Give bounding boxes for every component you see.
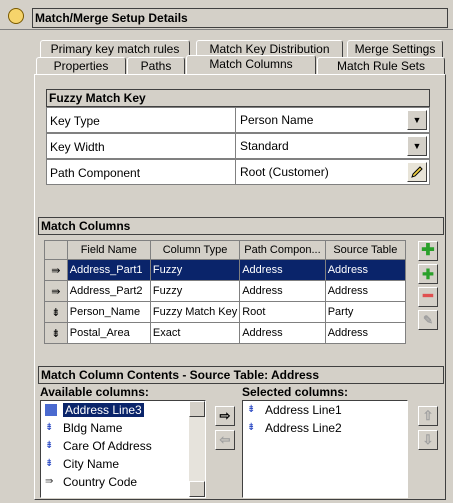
arrow-left-icon: ⇦ — [219, 432, 231, 447]
column-type-header[interactable]: Column Type — [149, 240, 241, 260]
add-fuzzy-column-button[interactable]: ✚ — [418, 264, 438, 284]
arrow-down-icon: ⇩ — [422, 432, 434, 447]
tab-match-columns[interactable]: Match Columns — [186, 55, 316, 74]
list-item[interactable]: Address Line3 — [41, 401, 205, 419]
column-table-icon — [45, 404, 57, 416]
tab-primary-key-match-rules[interactable]: Primary key match rules — [40, 40, 190, 57]
column-type-cell: Exact — [149, 322, 241, 344]
edit-column-button[interactable]: ✎ — [418, 310, 438, 330]
available-columns-label: Available columns: — [40, 385, 149, 399]
path-component-cell: Root — [239, 301, 326, 323]
column-type-cell: Fuzzy — [149, 259, 241, 281]
key-type-value[interactable]: Person Name — [237, 108, 429, 132]
source-table-header[interactable]: Source Table — [324, 240, 407, 260]
match-columns-title: Match Columns — [38, 217, 444, 235]
key-width-row: Key Width Standard ▼ — [46, 133, 430, 159]
move-down-button[interactable]: ⇩ — [418, 430, 438, 450]
column-type-cell: Fuzzy — [149, 280, 241, 302]
available-columns-list[interactable]: Address Line3 ⇟ Bldg Name ⇟ Care Of Addres… — [40, 400, 206, 498]
key-type-row: Key Type Person Name ▼ — [46, 107, 430, 133]
column-type-cell: Fuzzy Match Key — [149, 301, 241, 323]
path-component-header[interactable]: Path Compon... — [239, 240, 326, 260]
table-row[interactable]: ⇛ Address_Part1 Fuzzy Address Address — [44, 259, 407, 281]
list-item[interactable]: ⇟ Address Line1 — [243, 401, 407, 419]
match-column-contents-title: Match Column Contents - Source Table: Ad… — [38, 366, 444, 384]
lookup-column-icon: ⇛ — [45, 476, 54, 487]
path-component-cell: Address — [239, 322, 326, 344]
column-key-icon: ⇟ — [45, 440, 54, 451]
path-component-row: Path Component Root (Customer) — [46, 159, 430, 185]
field-name-cell: Person_Name — [66, 301, 151, 323]
column-key-icon: ⇟ — [45, 422, 54, 433]
minus-icon: ━ — [423, 288, 433, 305]
pencil-icon: ✎ — [422, 313, 434, 327]
key-width-dropdown-button[interactable]: ▼ — [407, 136, 427, 156]
path-component-label: Path Component — [47, 160, 236, 184]
column-key-icon: ⇟ — [247, 404, 256, 415]
key-width-label: Key Width — [47, 134, 236, 158]
column-key-icon: ⇟ — [45, 458, 54, 469]
tab-match-rule-sets[interactable]: Match Rule Sets — [317, 57, 445, 74]
scroll-up-button[interactable] — [189, 401, 205, 417]
table-row[interactable]: ⇛ Address_Part2 Fuzzy Address Address — [44, 280, 407, 302]
list-item[interactable]: ⇟ Bldg Name — [41, 419, 205, 437]
row-icon-header — [44, 240, 68, 260]
row-selector-icon: ⇛ — [44, 259, 68, 281]
table-row[interactable]: ⇟ Postal_Area Exact Address Address — [44, 322, 407, 344]
add-column-button[interactable]: ✚ — [418, 241, 438, 261]
list-item[interactable]: ⇟ City Name — [41, 455, 205, 473]
selected-columns-label: Selected columns: — [242, 385, 349, 399]
arrow-up-icon: ⇧ — [422, 408, 434, 423]
path-component-value[interactable]: Root (Customer) — [237, 160, 429, 184]
move-right-button[interactable]: ⇨ — [215, 406, 235, 426]
column-key-icon: ⇟ — [44, 301, 68, 323]
field-name-cell: Postal_Area — [66, 322, 151, 344]
source-table-cell: Address — [324, 322, 407, 344]
match-columns-table: Field Name Column Type Path Compon... So… — [44, 240, 407, 344]
chevron-down-icon: ▼ — [412, 141, 422, 151]
column-key-icon: ⇟ — [247, 422, 256, 433]
arrow-right-icon: ⇨ — [219, 408, 231, 423]
path-component-cell: Address — [239, 259, 326, 281]
tab-properties[interactable]: Properties — [36, 57, 126, 74]
key-type-dropdown-button[interactable]: ▼ — [407, 110, 427, 130]
match-merge-icon — [8, 8, 24, 24]
list-item[interactable]: ⇟ Address Line2 — [243, 419, 407, 437]
list-item[interactable]: ⇛ Country Code — [41, 473, 205, 491]
chevron-down-icon: ▼ — [412, 115, 422, 125]
move-up-button[interactable]: ⇧ — [418, 406, 438, 426]
field-name-cell: Address_Part1 — [66, 259, 151, 281]
pencil-icon — [411, 166, 423, 178]
source-table-cell: Address — [324, 280, 407, 302]
path-component-cell: Address — [239, 280, 326, 302]
window-title: Match/Merge Setup Details — [32, 8, 448, 28]
tab-merge-settings[interactable]: Merge Settings — [347, 40, 443, 57]
key-width-value[interactable]: Standard — [237, 134, 429, 158]
list-item[interactable]: ⇟ Care Of Address — [41, 437, 205, 455]
tab-paths[interactable]: Paths — [127, 57, 185, 74]
plus-icon: ✚ — [421, 242, 435, 259]
available-columns-scrollbar[interactable] — [189, 401, 205, 497]
path-component-edit-button[interactable] — [407, 162, 427, 182]
key-type-label: Key Type — [47, 108, 236, 132]
source-table-cell: Address — [324, 259, 407, 281]
column-arrow-icon: ⇛ — [44, 280, 68, 302]
source-table-cell: Party — [324, 301, 407, 323]
scroll-down-button[interactable] — [189, 481, 205, 497]
field-name-cell: Address_Part2 — [66, 280, 151, 302]
remove-column-button[interactable]: ━ — [418, 287, 438, 307]
field-name-header[interactable]: Field Name — [66, 240, 151, 260]
selected-columns-list[interactable]: ⇟ Address Line1 ⇟ Address Line2 — [242, 400, 408, 498]
fuzzy-match-key-title: Fuzzy Match Key — [46, 89, 430, 107]
move-left-button[interactable]: ⇦ — [215, 430, 235, 450]
plus-circle-icon: ✚ — [422, 266, 434, 282]
table-row[interactable]: ⇟ Person_Name Fuzzy Match Key Root Party — [44, 301, 407, 323]
column-key-icon: ⇟ — [44, 322, 68, 344]
